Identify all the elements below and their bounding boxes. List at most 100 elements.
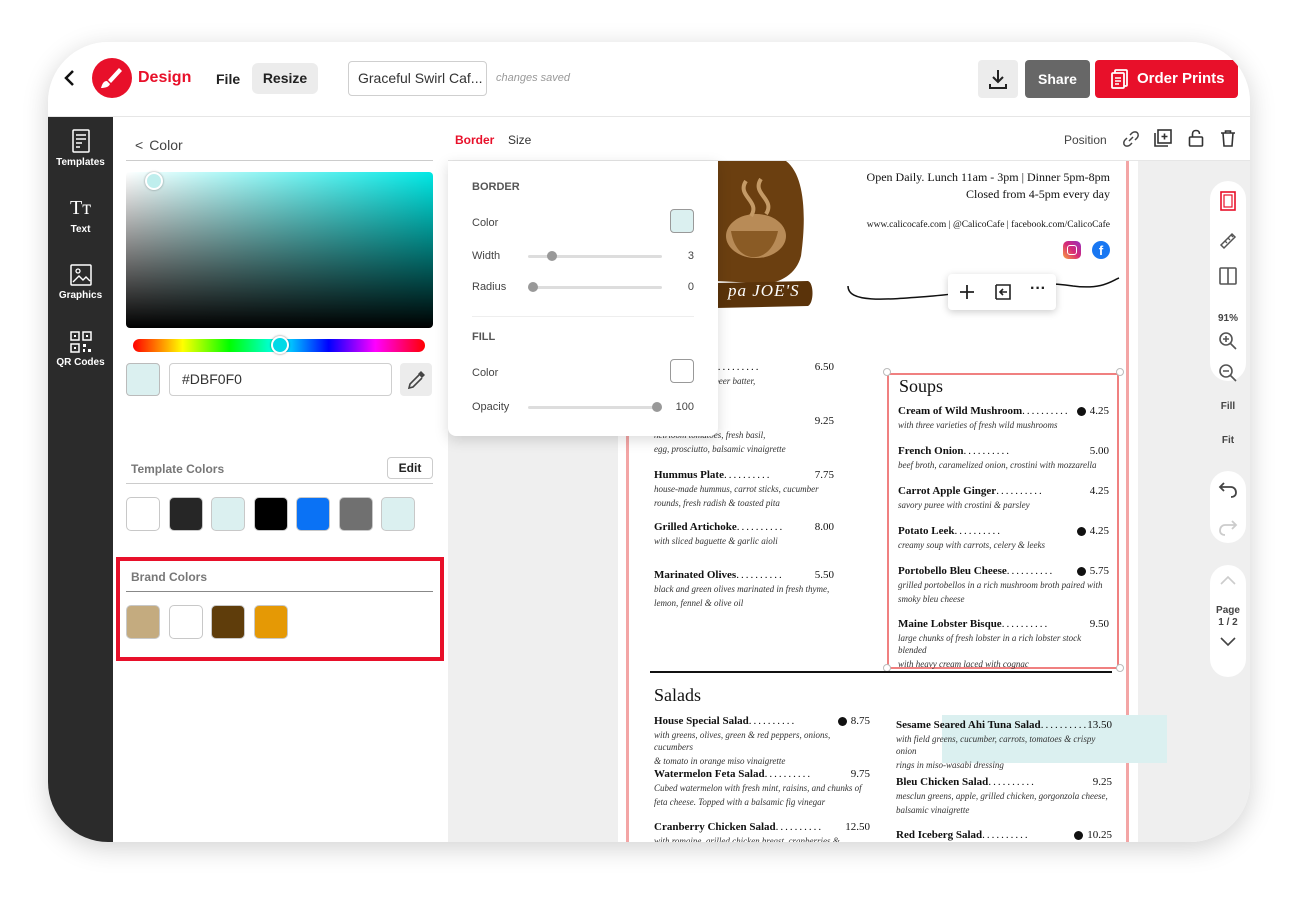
zoom-fill-button[interactable]: Fill: [1210, 401, 1246, 412]
page-down-icon[interactable]: [1220, 637, 1236, 647]
tab-border[interactable]: Border: [455, 133, 494, 147]
border-heading: BORDER: [472, 181, 520, 193]
menu-item[interactable]: Hummus Plate.......... 7.75 house-made hum…: [654, 469, 834, 509]
document-title-input[interactable]: Graceful Swirl Caf...: [348, 61, 487, 96]
menu-item[interactable]: Portobello Bleu Cheese.......... 5.75 gril…: [898, 565, 1109, 605]
rail-item-text[interactable]: Tт Text: [48, 197, 113, 235]
menu-item[interactable]: Carrot Apple Ginger.......... 4.25 savory …: [898, 485, 1109, 511]
download-button[interactable]: [978, 60, 1018, 98]
facebook-icon[interactable]: f: [1092, 241, 1110, 259]
resize-handle[interactable]: [1116, 664, 1124, 672]
menu-item[interactable]: Sesame Seared Ahi Tuna Salad.......... 13…: [896, 719, 1112, 771]
radius-label: Radius: [472, 281, 507, 293]
undo-icon[interactable]: [1218, 481, 1238, 499]
current-color-swatch: [126, 363, 160, 396]
menu-item-price-text: 5.50: [814, 569, 834, 581]
fill-color-swatch[interactable]: [670, 359, 694, 383]
unlock-icon[interactable]: [1188, 129, 1204, 147]
link-icon[interactable]: [1122, 130, 1140, 148]
menu-item[interactable]: Red Iceberg Salad..........10.25with swe…: [896, 829, 1112, 842]
menu-item-price-text: 9.50: [1089, 618, 1109, 630]
vegetarian-badge-icon: [1076, 566, 1086, 576]
menu-item[interactable]: Watermelon Feta Salad.......... 9.75 Cubed…: [654, 768, 870, 808]
menu-item-name: Sesame Seared Ahi Tuna Salad..........: [896, 719, 1112, 731]
rail-item-qr-codes[interactable]: QR Codes: [48, 331, 113, 368]
resize-handle[interactable]: [883, 368, 891, 376]
menu-item-price: 4.25: [1076, 525, 1109, 537]
color-swatch[interactable]: [168, 605, 203, 639]
radius-slider[interactable]: [528, 286, 662, 289]
graphics-icon: [69, 264, 92, 286]
more-options-icon[interactable]: ···: [1030, 280, 1046, 298]
leader-dots: ..........: [1001, 618, 1050, 630]
saturation-value-picker[interactable]: [126, 172, 433, 328]
menu-item-description: with sliced baguette & garlic aioli: [654, 536, 778, 546]
zoom-out-icon[interactable]: [1218, 363, 1238, 383]
leader-dots: ..........: [982, 829, 1030, 841]
color-swatch[interactable]: [296, 497, 330, 531]
color-swatch[interactable]: [381, 497, 415, 531]
redo-icon[interactable]: [1218, 519, 1238, 537]
menu-item-description: feta cheese. Topped with a balsamic fig …: [654, 797, 826, 807]
order-prints-button[interactable]: Order Prints: [1095, 60, 1238, 98]
edit-template-colors-button[interactable]: Edit: [387, 457, 433, 479]
zoom-in-icon[interactable]: [1218, 331, 1238, 351]
width-slider-knob[interactable]: [546, 251, 557, 261]
border-color-swatch[interactable]: [670, 209, 694, 233]
move-to-page-icon[interactable]: [994, 283, 1012, 301]
opacity-slider[interactable]: [528, 406, 662, 409]
tab-size[interactable]: Size: [508, 133, 531, 147]
rail-item-graphics[interactable]: Graphics: [48, 264, 113, 301]
soups-heading: Soups: [899, 376, 944, 396]
element-toolbar: Border Size Position: [448, 117, 1250, 161]
file-menu[interactable]: File: [216, 71, 240, 87]
share-button[interactable]: Share: [1025, 60, 1090, 98]
menu-item[interactable]: Potato Leek.......... 4.25 creamy soup wit…: [898, 525, 1109, 551]
menu-item[interactable]: House Special Salad.......... 8.75 with gr…: [654, 715, 870, 767]
rail-label-graphics: Graphics: [58, 290, 103, 301]
trash-icon[interactable]: [1220, 129, 1236, 147]
duplicate-icon[interactable]: [1154, 129, 1172, 147]
color-swatch[interactable]: [126, 497, 160, 531]
rail-item-templates[interactable]: Templates: [48, 129, 113, 168]
menu-item[interactable]: Grilled Artichoke.......... 8.00 with slic…: [654, 521, 834, 547]
menu-item[interactable]: Bleu Chicken Salad.......... 9.25 mesclun …: [896, 776, 1112, 816]
menu-item-price-text: 9.25: [1092, 776, 1112, 788]
hue-knob[interactable]: [271, 336, 289, 354]
menu-item[interactable]: Maine Lobster Bisque.......... 9.50 large …: [898, 618, 1109, 670]
menu-item-description: rounds, fresh radish & toasted pita: [654, 498, 780, 508]
menu-item-price-text: 7.75: [814, 469, 834, 481]
add-icon[interactable]: [958, 283, 976, 301]
radius-slider-knob[interactable]: [528, 282, 538, 292]
saturation-knob[interactable]: [145, 172, 163, 190]
resize-handle[interactable]: [1116, 368, 1124, 376]
color-swatch[interactable]: [253, 497, 288, 531]
page-up-icon[interactable]: [1220, 575, 1236, 585]
eyedropper-button[interactable]: [400, 363, 432, 396]
menu-item[interactable]: Marinated Olives.......... 5.50 black and …: [654, 569, 834, 609]
ruler-icon[interactable]: [1218, 231, 1238, 251]
menu-item-description: smoky bleu cheese: [898, 594, 965, 604]
menu-item[interactable]: French Onion.......... 5.00 beef broth, ca…: [898, 445, 1109, 471]
resize-button[interactable]: Resize: [252, 63, 318, 94]
color-swatch[interactable]: [211, 605, 245, 639]
back-arrow-icon[interactable]: [62, 66, 78, 90]
hex-input[interactable]: #DBF0F0: [169, 363, 392, 396]
color-swatch[interactable]: [211, 497, 245, 531]
split-view-icon[interactable]: [1219, 267, 1237, 285]
color-swatch[interactable]: [126, 605, 160, 639]
opacity-slider-knob[interactable]: [652, 402, 662, 412]
color-swatch[interactable]: [338, 497, 373, 531]
color-swatch[interactable]: [253, 605, 288, 639]
color-swatch[interactable]: [168, 497, 203, 531]
page-outline-icon[interactable]: [1219, 191, 1237, 211]
menu-item-price: 4.25: [1076, 405, 1109, 417]
zoom-fit-button[interactable]: Fit: [1210, 435, 1246, 446]
divider: [126, 591, 433, 592]
menu-item[interactable]: Cream of Wild Mushroom.......... 4.25 with…: [898, 405, 1109, 431]
instagram-icon[interactable]: [1063, 241, 1081, 259]
design-menu[interactable]: Design: [138, 69, 191, 87]
position-button[interactable]: Position: [1064, 133, 1107, 147]
color-back-link[interactable]: < Color: [135, 137, 183, 153]
menu-item[interactable]: Cranberry Chicken Salad.......... 12.50 wi…: [654, 821, 870, 842]
